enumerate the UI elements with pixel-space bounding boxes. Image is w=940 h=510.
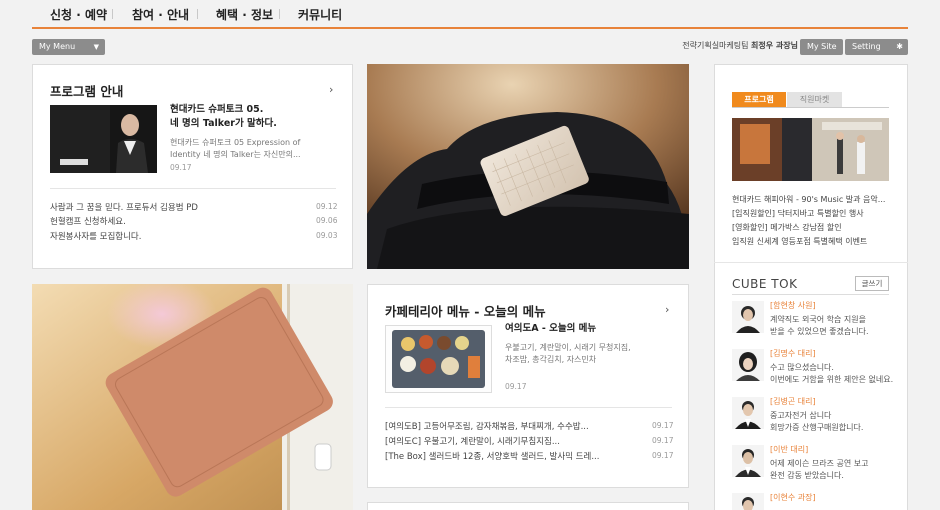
cafeteria-more-arrow-icon[interactable]: › [665,303,669,316]
page: 신청 · 예약 참여 · 안내 혜택 · 정보 커뮤니티 My Menu ▼ 전… [0,0,940,510]
cube-tok-title: CUBE TOK [732,277,798,291]
avatar [732,445,764,477]
program-divider [50,188,336,189]
cafeteria-list-date: 09.17 [652,436,674,445]
tok-author[interactable]: [김명수 대리] [770,348,816,359]
program-more-arrow-icon[interactable]: › [329,83,333,96]
program-list-item[interactable]: 사람과 그 꿈을 믿다. 프로듀서 김용범 PD [50,201,198,213]
cafeteria-feature-desc-line2: 차조밥, 총각김치, 자스민차 [505,355,597,364]
nav-benefit-info[interactable]: 혜택 · 정보 [216,6,273,23]
program-feature-desc-line1: 현대카드 슈퍼토크 05 Expression of [170,138,301,147]
cafeteria-list-item[interactable]: [여의도C] 우불고기, 계란말이, 시래기무침지짐... [385,435,560,447]
tok-message: 회망가증 산행구매원합니다. [770,423,864,432]
user-name: 최정우 과장님 [751,41,798,50]
avatar [732,397,764,429]
right-link[interactable]: 현대카드 해피아워 - 90's Music 발과 음악... [732,194,885,205]
program-list-date: 09.03 [316,231,338,240]
right-link[interactable]: [영화할인] 메가박스 강남점 할인 [732,222,842,233]
tok-message: 수고 많으셨습니다. [770,363,834,372]
cafeteria-feature-desc-line1: 우불고기, 계란말이, 시래기 무청지짐, [505,343,631,352]
cafeteria-list-date: 09.17 [652,421,674,430]
tok-message: 계약직도 외국어 학습 지원을 [770,315,866,324]
program-feature-title-line2[interactable]: 네 명의 Talker가 말하다. [170,117,277,131]
tok-author[interactable]: [이현수 과장] [770,492,816,503]
nav-apply-reserve[interactable]: 신청 · 예약 [50,6,107,23]
nav-underline [32,27,908,29]
cafeteria-feature-date: 09.17 [505,382,527,391]
program-card: 프로그램 안내 › 현대카드 슈퍼토크 05. 네 명의 Talker가 말하다… [32,64,353,269]
user-department: 전략기획실마케팅팀 [682,41,749,50]
right-link[interactable]: 임직원 신세계 영등포점 특별혜택 이벤트 [732,236,867,247]
program-list-item[interactable]: 헌혈캠프 신청하세요. [50,215,126,227]
nav-separator [112,9,113,19]
cafeteria-list-item[interactable]: [The Box] 샐러드바 12종, 서양호박 샐러드, 발사믹 드레... [385,450,599,462]
nav-separator [197,9,198,19]
cafeteria-divider [385,407,672,408]
tok-message: 어제 제이슨 므라즈 공연 보고 [770,459,869,468]
program-title: 프로그램 안내 [50,84,124,99]
tab-program[interactable]: 프로그램 [732,92,786,107]
tok-message: 이번에도 거함을 위한 제안은 없네요. [770,375,894,384]
tok-author[interactable]: [이반 대리] [770,444,808,455]
program-banner-photo[interactable] [732,118,889,181]
setting-button[interactable]: Setting ✱ [845,39,908,55]
right-link[interactable]: [임직원할인] 닥터지바고 특별할인 행사 [732,208,864,219]
top-nav: 신청 · 예약 참여 · 안내 혜택 · 정보 커뮤니티 [0,0,940,28]
tok-message: 중고자전거 삽니다 [770,411,832,420]
cafeteria-list-item[interactable]: [여의도B] 고등어무조림, 감자채볶음, 부대찌개, 수수밥... [385,420,589,432]
program-feature-date: 09.17 [170,163,192,172]
program-list-item[interactable]: 자원봉사자를 모집합니다. [50,230,141,242]
my-site-button[interactable]: My Site [800,39,843,55]
program-list-date: 09.06 [316,216,338,225]
tok-message: 받을 수 있었으면 좋겠습니다. [770,327,869,336]
hat-card-photo[interactable] [367,64,689,269]
tab-underline [732,107,889,108]
tok-message: 완전 감동 받았습니다. [770,471,844,480]
meal-thumbnail[interactable] [385,325,492,393]
tok-author[interactable]: [함현창 사원] [770,300,816,311]
avatar [732,301,764,333]
right-divider [714,262,908,263]
my-site-label: My Site [807,42,837,51]
nav-community[interactable]: 커뮤니티 [298,6,342,23]
cube-tok-write-button[interactable]: 글쓰기 [855,276,889,291]
my-menu-button[interactable]: My Menu ▼ [32,39,105,55]
setting-label: Setting [852,42,881,51]
cafeteria-title: 카페테리아 메뉴 - 오늘의 메뉴 [385,304,546,319]
cafeteria-feature-title[interactable]: 여의도A - 오늘의 메뉴 [505,322,596,336]
user-info: 전략기획실마케팅팀 최정우 과장님 [682,40,798,51]
card-product-photo[interactable] [32,284,353,510]
nav-participate-guide[interactable]: 참여 · 안내 [132,6,189,23]
cafeteria-card: 카페테리아 메뉴 - 오늘의 메뉴 › 여의도A - 오늘의 메뉴 우불고기, … [367,284,689,488]
program-feature-desc-line2: Identity 네 명의 Talker는 자신만의... [170,150,301,159]
cube-tok-underline [732,294,889,295]
next-card [367,502,689,510]
nav-separator [279,9,280,19]
program-list-date: 09.12 [316,202,338,211]
chevron-down-icon: ▼ [93,43,99,51]
my-menu-label: My Menu [39,42,76,51]
avatar [732,349,764,381]
tab-employee-market[interactable]: 직원마켓 [787,92,842,107]
gear-icon: ✱ [896,42,903,51]
cafeteria-list-date: 09.17 [652,451,674,460]
supertalk-thumbnail[interactable] [50,105,157,173]
tok-author[interactable]: [김병곤 대리] [770,396,816,407]
avatar [732,493,764,510]
program-feature-title-line1[interactable]: 현대카드 슈퍼토크 05. [170,103,263,117]
